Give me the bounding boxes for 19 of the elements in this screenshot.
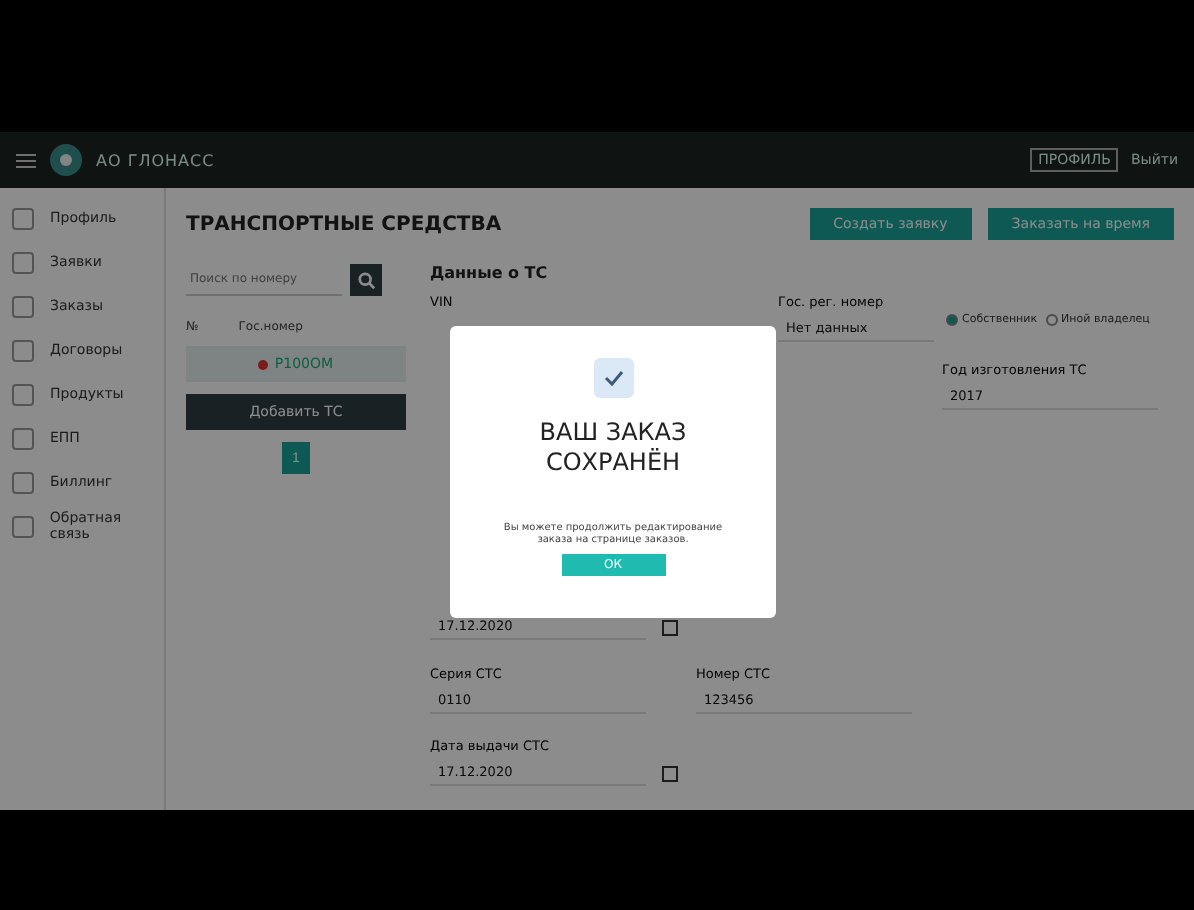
menu-item-icon <box>12 515 34 537</box>
form-title: Данные о ТС <box>430 264 550 282</box>
checkmark-icon <box>593 358 633 398</box>
menu-item-icon <box>12 383 34 405</box>
status-dot <box>258 359 269 369</box>
menu-item-icon <box>12 207 34 229</box>
search-button[interactable] <box>350 264 382 296</box>
brand-name: АО ГЛОНАСС <box>96 151 215 169</box>
page-title: ТРАНСПОРТНЫЕ СРЕДСТВА <box>186 213 502 235</box>
search-icon <box>357 271 375 289</box>
menu-item-icon <box>12 471 34 493</box>
modal-title: ВАШ ЗАКАЗ СОХРАНЁН <box>537 418 689 478</box>
menu-item-icon <box>12 339 34 361</box>
menu-icon[interactable] <box>16 153 36 167</box>
menu-item-icon <box>12 427 34 449</box>
logo-icon <box>48 142 84 178</box>
calendar-icon[interactable] <box>662 765 678 781</box>
menu-item-icon <box>12 295 34 317</box>
menu-item-icon <box>12 251 34 273</box>
